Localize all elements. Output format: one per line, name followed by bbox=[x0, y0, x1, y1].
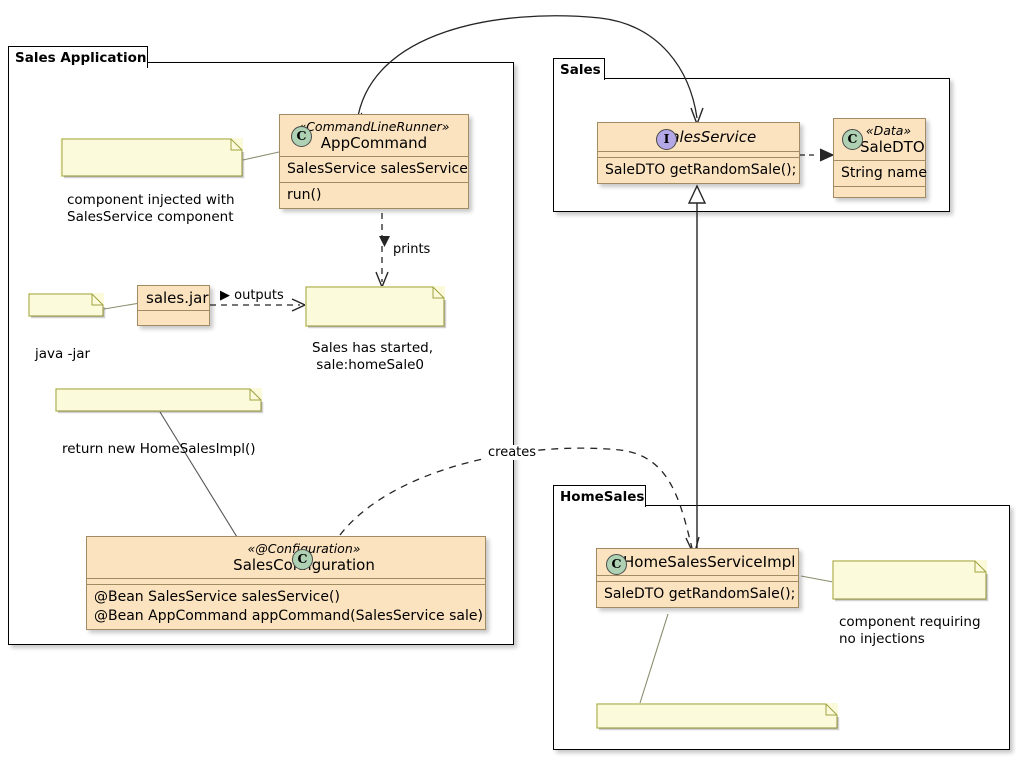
package-home-sales-tab: HomeSales bbox=[553, 485, 646, 507]
class-sales-service-name: SalesService bbox=[660, 128, 757, 146]
class-sales-service[interactable]: I SalesService SaleDTO getRandomSale(); bbox=[597, 122, 800, 184]
class-sales-configuration-name: SalesConfiguration bbox=[95, 556, 477, 574]
class-sales-configuration-method-2: @Bean AppCommand appCommand(SalesService… bbox=[94, 608, 483, 624]
class-icon: C bbox=[842, 129, 863, 150]
edge-label-prints: prints bbox=[393, 242, 431, 257]
class-home-sales-service-impl-name: HomeSalesServiceImpl bbox=[623, 553, 796, 571]
class-sale-dto[interactable]: C «Data» SaleDTO String name bbox=[833, 118, 927, 198]
edge-label-outputs: ▶ outputs bbox=[220, 288, 284, 303]
note-return-sale-dto[interactable]: return new SaleDTO("homeSale0") bbox=[596, 703, 840, 731]
class-sales-configuration-stereotype: «@Configuration» bbox=[95, 541, 477, 556]
class-sales-service-header: I SalesService bbox=[598, 123, 799, 151]
class-sales-jar-name: sales.jar bbox=[146, 289, 209, 307]
class-icon: C bbox=[292, 549, 313, 570]
class-icon: C bbox=[606, 554, 627, 575]
package-sales-tab: Sales bbox=[553, 58, 605, 80]
note-shape bbox=[28, 293, 106, 319]
class-icon: C bbox=[291, 126, 312, 147]
note-shape bbox=[832, 560, 989, 602]
class-sale-dto-header: C «Data» SaleDTO bbox=[834, 119, 925, 160]
note-shape bbox=[305, 286, 447, 329]
note-java-jar[interactable]: java -jar bbox=[28, 293, 106, 362]
class-sale-dto-attribute: String name bbox=[841, 165, 927, 181]
class-app-command-stereotype: «CommandLineRunner» bbox=[298, 119, 450, 134]
note-component-injected[interactable]: component injected with SalesService com… bbox=[60, 138, 245, 225]
class-sales-configuration[interactable]: C «@Configuration» SalesConfiguration @B… bbox=[86, 536, 486, 630]
package-home-sales-label: HomeSales bbox=[560, 489, 645, 505]
note-shape bbox=[596, 703, 840, 731]
class-sales-jar-header: sales.jar bbox=[138, 286, 209, 310]
uml-class-diagram: Sales Application Sales HomeSales SalesS… bbox=[0, 0, 1016, 757]
package-sales-application-tab: Sales Application bbox=[8, 46, 148, 68]
edge-homesalesserviceimpl-implements-salesservice bbox=[687, 184, 707, 550]
class-sales-service-method: SaleDTO getRandomSale(); bbox=[605, 162, 797, 178]
class-app-command-name: AppCommand bbox=[320, 134, 428, 152]
note-return-home-sales-impl[interactable]: return new HomeSalesImpl() bbox=[55, 388, 264, 457]
note-return-home-sales-impl-text: return new HomeSalesImpl() bbox=[62, 441, 256, 457]
class-app-command[interactable]: C «CommandLineRunner» AppCommand SalesSe… bbox=[279, 114, 469, 209]
note-component-requiring[interactable]: component requiring no injections bbox=[832, 560, 989, 647]
edge-label-creates: creates bbox=[486, 445, 539, 460]
note-sales-output[interactable]: Sales has started, sale:homeSale0 bbox=[305, 286, 447, 373]
note-java-jar-text: java -jar bbox=[35, 346, 91, 362]
class-sales-configuration-method-1: @Bean SalesService salesService() bbox=[94, 589, 340, 605]
class-home-sales-service-impl-method: SaleDTO getRandomSale(); bbox=[604, 586, 796, 602]
note-component-injected-text: component injected with SalesService com… bbox=[67, 192, 235, 225]
interface-icon: I bbox=[656, 129, 677, 150]
note-shape bbox=[55, 388, 264, 414]
note-sales-output-text: Sales has started, sale:homeSale0 bbox=[312, 340, 433, 373]
class-sales-jar[interactable]: sales.jar bbox=[137, 285, 210, 326]
class-app-command-attribute: SalesService salesService bbox=[287, 161, 468, 177]
class-sales-jar-empty-compartment bbox=[138, 311, 209, 325]
class-sale-dto-empty-compartment bbox=[834, 187, 925, 197]
class-app-command-header: C «CommandLineRunner» AppCommand bbox=[280, 115, 468, 156]
package-sales-application-label: Sales Application bbox=[15, 50, 147, 66]
class-home-sales-service-impl[interactable]: C HomeSalesServiceImpl SaleDTO getRandom… bbox=[596, 548, 799, 608]
class-home-sales-service-impl-header: C HomeSalesServiceImpl bbox=[597, 549, 798, 575]
class-app-command-method: run() bbox=[287, 187, 322, 203]
note-component-requiring-text: component requiring no injections bbox=[839, 614, 981, 647]
package-sales-label: Sales bbox=[560, 62, 601, 78]
note-shape bbox=[61, 138, 245, 179]
class-sales-configuration-header: C «@Configuration» SalesConfiguration bbox=[87, 537, 485, 578]
